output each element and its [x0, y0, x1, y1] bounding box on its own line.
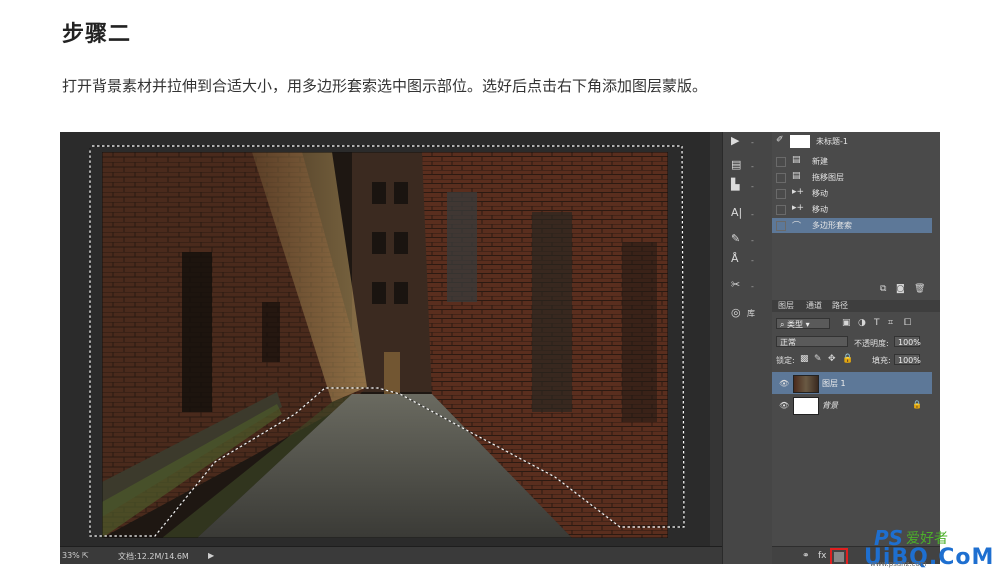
tool-presets-icon[interactable]: ✂ -	[731, 278, 761, 294]
opacity-input[interactable]: 100%	[894, 336, 921, 347]
history-item[interactable]: ▤ 新建	[772, 154, 932, 169]
camera-snapshot-icon[interactable]: ◙	[896, 284, 905, 294]
fill-label: 填充:	[872, 356, 891, 365]
filter-shape-icon[interactable]: ⌗	[888, 318, 893, 328]
lock-transparent-pixels-icon[interactable]: ▩	[800, 354, 809, 364]
layer-thumbnail	[793, 375, 819, 393]
zoom-level[interactable]: 33%	[62, 551, 80, 560]
layer-row[interactable]: 👁 背景 🔒	[772, 394, 932, 416]
lock-icon: 🔒	[912, 400, 922, 409]
instruction-text: 打开背景素材并拉伸到合适大小，用多边形套索选中图示部位。选好后点击右下角添加图层…	[62, 77, 708, 95]
history-brush-source-checkbox[interactable]	[776, 205, 786, 215]
document-info: 文档:12.2M/14.6M	[118, 552, 189, 561]
search-icon: ⌕	[780, 320, 785, 329]
layer-thumbnail	[793, 397, 819, 415]
tab-layers[interactable]: 图层	[778, 300, 794, 311]
history-snapshot[interactable]: ✐ 未标题-1	[772, 134, 932, 150]
layer-mask-icon	[834, 552, 844, 562]
status-menu-arrow-icon[interactable]: ▶	[208, 551, 214, 560]
layer-style-icon[interactable]: fx	[818, 551, 827, 561]
status-bar: 33% ⇱ 文档:12.2M/14.6M ▶	[60, 546, 722, 564]
new-document-from-state-icon[interactable]: ⧉	[880, 284, 886, 294]
tab-paths[interactable]: 路径	[832, 300, 848, 311]
lock-position-icon[interactable]: ✥	[828, 354, 836, 364]
play-icon[interactable]: ▶ -	[731, 134, 761, 150]
filter-smart-object-icon[interactable]: ⧠	[904, 318, 911, 328]
link-layers-icon[interactable]: ⚭	[802, 551, 810, 561]
history-brush-source-checkbox[interactable]	[776, 173, 786, 183]
right-panels: ✐ 未标题-1 ▤ 新建 ▤ 拖移图层 ▸+ 移动 ▸+ 移动 ⌒ 多边形套索	[772, 132, 940, 564]
lock-image-pixels-icon[interactable]: ✎	[814, 354, 822, 364]
polygon-lasso-icon: ⌒	[792, 222, 802, 232]
lock-label: 锁定:	[776, 356, 795, 365]
trash-icon[interactable]: 🗑	[914, 284, 925, 294]
document-icon: ▤	[792, 171, 801, 181]
brush-snapshot-icon: ✐	[776, 135, 784, 145]
layer-filter-select[interactable]: ⌕ 类型 ▾	[776, 318, 830, 329]
eye-icon[interactable]: 👁	[779, 401, 789, 410]
panel-icon-strip: ▶ - ▤ - ▙ - A| - ✎ - Å- ✂ - ◎ 库	[722, 132, 774, 564]
layers-tabs: 图层 通道 路径	[772, 300, 940, 312]
libraries-icon: ◎	[731, 306, 741, 319]
document-icon: ▤	[792, 155, 801, 165]
move-tool-icon: ▸+	[792, 203, 805, 213]
history-item[interactable]: ▸+ 移动	[772, 202, 932, 217]
align-icon[interactable]: ▙ -	[731, 178, 761, 194]
history-item-selected[interactable]: ⌒ 多边形套索	[772, 218, 932, 233]
clone-source-icon[interactable]: Å-	[731, 252, 761, 268]
layer-row-selected[interactable]: 👁 图层 1	[772, 372, 932, 394]
history-footer: ⧉ ◙ 🗑	[772, 282, 932, 296]
fill-input[interactable]: 100%	[894, 354, 921, 365]
filter-type-icon[interactable]: T	[874, 318, 880, 328]
document-canvas[interactable]	[60, 132, 722, 546]
filter-adjustment-icon[interactable]: ◑	[858, 318, 866, 328]
brush-settings-icon[interactable]: ✎ -	[731, 232, 761, 248]
eye-icon[interactable]: 👁	[779, 379, 789, 388]
move-tool-icon: ▸+	[792, 187, 805, 197]
export-icon[interactable]: ⇱	[82, 551, 89, 560]
snapshot-thumbnail	[790, 135, 810, 148]
history-brush-source-checkbox[interactable]	[776, 189, 786, 199]
photoshop-screenshot: 33% ⇱ 文档:12.2M/14.6M ▶ ▶ - ▤ - ▙ - A| - ✎ - Å…	[60, 132, 940, 564]
watermark-small: www.psahz.com	[870, 560, 927, 568]
history-item[interactable]: ▤ 拖移图层	[772, 170, 932, 185]
tab-channels[interactable]: 通道	[806, 300, 822, 311]
histogram-icon[interactable]: ▤ -	[731, 158, 761, 174]
blend-mode-select[interactable]: 正常	[776, 336, 848, 347]
history-brush-source-checkbox[interactable]	[776, 221, 786, 231]
vertical-scrollbar[interactable]	[710, 132, 722, 546]
lock-all-icon[interactable]: 🔒	[842, 354, 853, 364]
add-layer-mask-button[interactable]	[830, 548, 848, 564]
polygon-lasso-selection	[89, 145, 685, 537]
step-title: 步骤二	[62, 22, 132, 47]
libraries-button[interactable]: ◎ 库	[731, 306, 761, 322]
history-brush-source-checkbox[interactable]	[776, 157, 786, 167]
opacity-label: 不透明度:	[854, 339, 889, 348]
character-icon[interactable]: A| -	[731, 206, 761, 222]
history-item[interactable]: ▸+ 移动	[772, 186, 932, 201]
filter-pixel-icon[interactable]: ▣	[842, 318, 851, 328]
